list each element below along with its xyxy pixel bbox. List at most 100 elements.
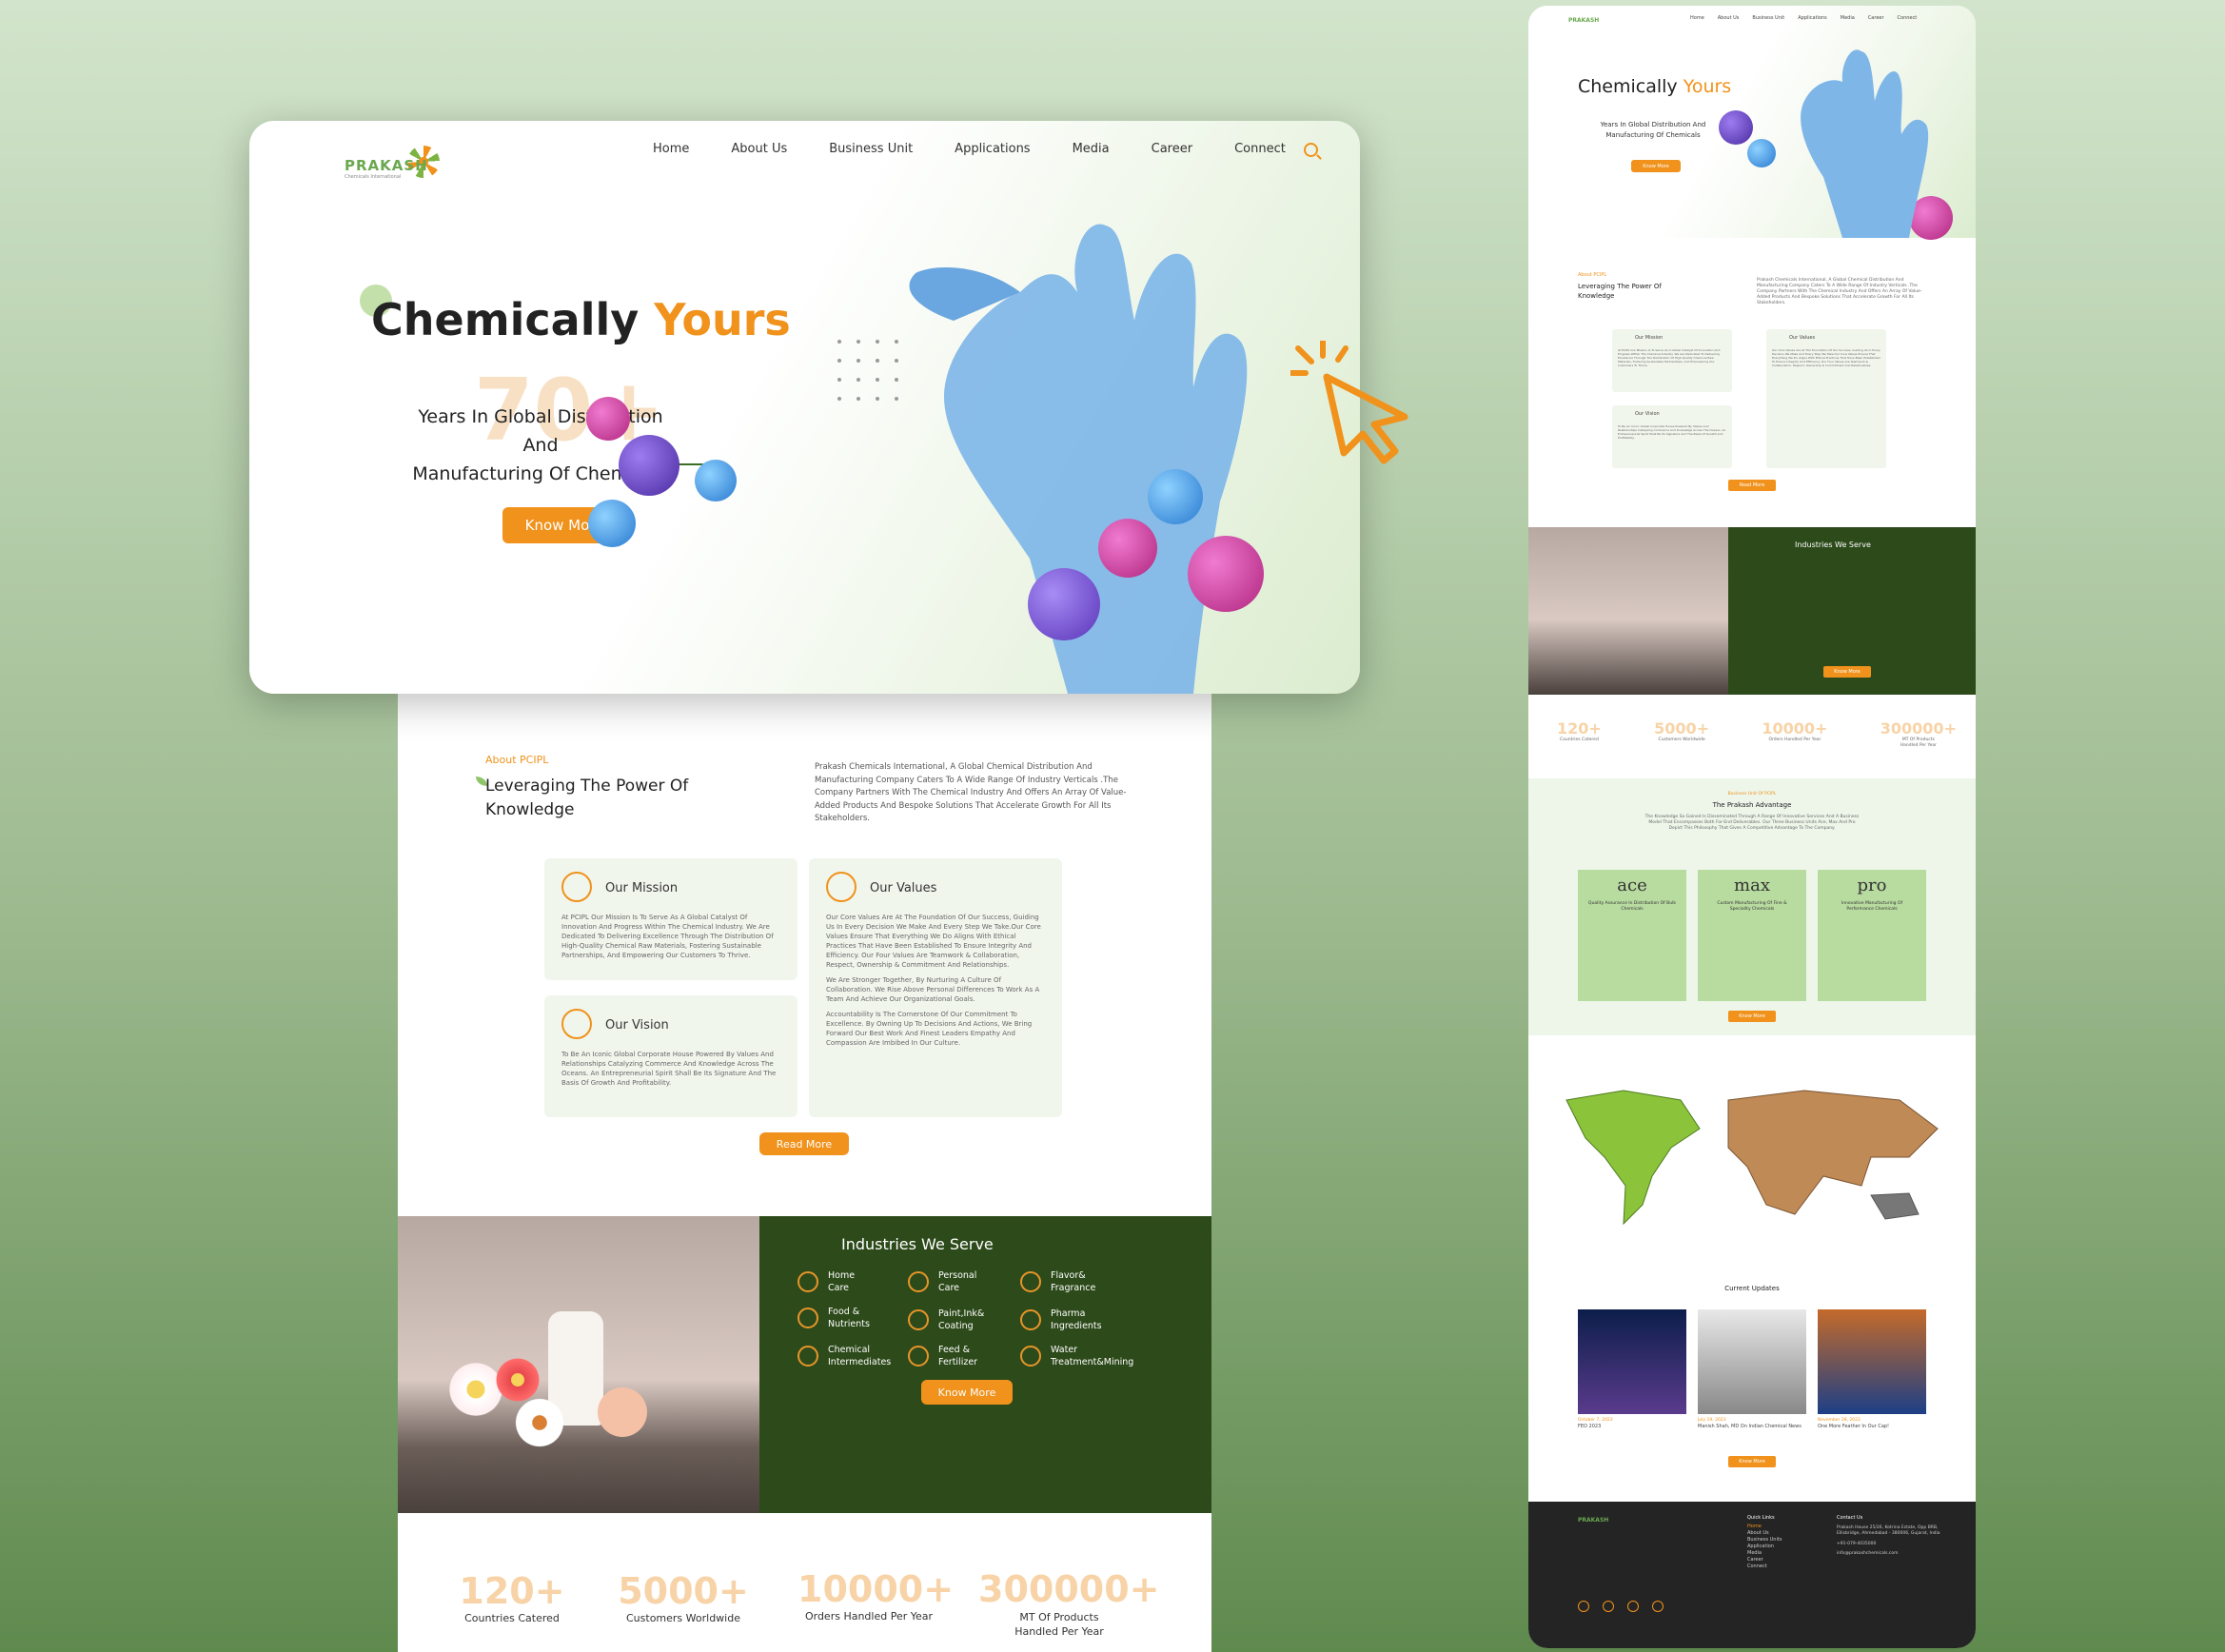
- update-card[interactable]: November 28, 2022 One More Feather In Ou…: [1818, 1309, 1926, 1429]
- about-eyebrow: About PCIPL: [485, 754, 549, 766]
- preview-brand: PRAKASH: [1568, 17, 1600, 24]
- preview-nav: Home About Us Business Unit Applications Med…: [1690, 15, 1918, 21]
- preview-spa-image: [1528, 527, 1728, 695]
- footer-quick-links: Quick Links Home About Us Business Units…: [1747, 1515, 1782, 1569]
- preview-updates-title: Current Updates: [1724, 1285, 1780, 1292]
- unit-max[interactable]: max Custom Manufacturing Of Fine & Speci…: [1698, 870, 1806, 1001]
- pharma-icon: [1020, 1309, 1041, 1330]
- content-panel: About PCIPL Leveraging The Power Of Know…: [398, 590, 1211, 1652]
- vision-card: Our Vision To Be An Iconic Global Corpor…: [544, 995, 797, 1117]
- water-icon: [1020, 1346, 1041, 1367]
- nav-applications[interactable]: Applications: [955, 142, 1030, 156]
- advantage-know-more-button[interactable]: Know More: [1728, 1011, 1776, 1022]
- values-title: Our Values: [870, 881, 937, 895]
- unit-ace[interactable]: ace Quality Assurance In Distribution Of…: [1578, 870, 1686, 1001]
- stat-tonnage: 300000+ MT Of Products Handled Per Year: [978, 1568, 1160, 1638]
- molecule-ball: [588, 500, 636, 547]
- facebook-icon[interactable]: [1578, 1601, 1589, 1612]
- values-body-2: We Are Stronger Together, By Nurturing A…: [826, 976, 1040, 1003]
- values-body-3: Accountability Is The Cornerstone Of Our…: [826, 1011, 1033, 1047]
- unit-pro[interactable]: pro Innovative Manufacturing Of Performa…: [1818, 870, 1926, 1001]
- brand-name: PRAKASH: [345, 157, 428, 174]
- update-image: [1818, 1309, 1926, 1414]
- industry-personal-care: Personal Care: [908, 1269, 976, 1294]
- preview-about-heading: Leveraging The Power Of Knowledge: [1578, 283, 1662, 300]
- about-heading: Leveraging The Power Of Knowledge: [485, 777, 689, 819]
- youtube-icon[interactable]: [1652, 1601, 1664, 1612]
- molecule-ball: [619, 435, 679, 496]
- diamond-hands-icon: [826, 872, 857, 902]
- preview-read-more-button[interactable]: Read More: [1728, 480, 1776, 491]
- mission-card: Our Mission At PCIPL Our Mission Is To S…: [544, 858, 797, 980]
- molecule-ball: [1098, 519, 1157, 578]
- home-care-icon: [797, 1271, 818, 1292]
- preview-hero-title: Chemically Yours: [1578, 76, 1732, 97]
- preview-footer: PRAKASH Quick Links Home About Us Busine…: [1528, 1502, 1976, 1648]
- nav-home[interactable]: Home: [653, 142, 689, 156]
- preview-hero-subtitle: Years In Global Distribution And Manufact…: [1600, 121, 1706, 139]
- nav-career[interactable]: Career: [1152, 142, 1192, 156]
- molecule-ball: [695, 460, 737, 502]
- molecule-ball: [1148, 469, 1203, 524]
- preview-industries: Industries We Serve Know More: [1728, 527, 1976, 695]
- updates-know-more-button[interactable]: Know More: [1728, 1456, 1776, 1467]
- vision-title: Our Vision: [605, 1018, 669, 1032]
- molecule-ball: [1188, 536, 1264, 612]
- update-card[interactable]: October 7, 2023 FEO 2023: [1578, 1309, 1686, 1429]
- preview-hero: PRAKASH Home About Us Business Unit Applica…: [1528, 6, 1976, 240]
- world-map: [1565, 1090, 1939, 1226]
- footer-contact: Contact Us Prakash House 25/26, Kotrina …: [1837, 1515, 1940, 1556]
- target-icon: [561, 872, 592, 902]
- values-body-1: Our Core Values Are At The Foundation Of…: [826, 914, 1041, 969]
- hero-card: PRAKASH Chemicals International Home Abo…: [249, 121, 1360, 694]
- molecule-ball: [1719, 110, 1753, 145]
- cursor-click-icon: [1290, 341, 1408, 464]
- feed-icon: [908, 1346, 929, 1367]
- main-nav: Home About Us Business Unit Applications…: [653, 142, 1328, 156]
- twitter-icon[interactable]: [1603, 1601, 1614, 1612]
- industry-home-care: Home Care: [797, 1269, 855, 1294]
- lightbulb-icon: [561, 1009, 592, 1039]
- preview-hero-button[interactable]: Know More: [1631, 160, 1681, 172]
- preview-industries-button[interactable]: Know More: [1823, 666, 1871, 678]
- vision-body: To Be An Iconic Global Corporate House P…: [561, 1051, 777, 1087]
- industry-paint: Paint,Ink& Coating: [908, 1308, 984, 1332]
- preview-advantage: Business Unit Of PCIPL The Prakash Advan…: [1528, 778, 1976, 1035]
- industry-pharma: Pharma Ingredients: [1020, 1308, 1102, 1332]
- food-icon: [797, 1308, 818, 1328]
- industry-chemical: Chemical Intermediates: [797, 1344, 891, 1368]
- industries-title: Industries We Serve: [841, 1235, 994, 1253]
- linkedin-icon[interactable]: [1627, 1601, 1639, 1612]
- personal-care-icon: [908, 1271, 929, 1292]
- update-image: [1578, 1309, 1686, 1414]
- brand-tagline: Chemicals International: [345, 174, 402, 180]
- about-body: Prakash Chemicals International, A Globa…: [815, 762, 1127, 823]
- preview-vision: Our Vision To Be An Iconic Global Corpor…: [1612, 405, 1732, 468]
- industries-panel: Industries We Serve Home Care Personal C…: [759, 1216, 1211, 1513]
- molecule-ball: [1028, 568, 1100, 640]
- nav-business-unit[interactable]: Business Unit: [829, 142, 913, 156]
- industry-feed: Feed & Fertilizer: [908, 1344, 977, 1368]
- industries-know-more-button[interactable]: Know More: [921, 1380, 1013, 1405]
- chemical-icon: [797, 1346, 818, 1367]
- nav-about[interactable]: About Us: [731, 142, 787, 156]
- values-card: Our Values Our Core Values Are At The Fo…: [809, 858, 1062, 1117]
- stat-countries: 120+ Countries Catered: [459, 1570, 565, 1624]
- stat-orders: 10000+ Orders Handled Per Year: [797, 1568, 955, 1622]
- industry-food: Food & Nutrients: [797, 1306, 870, 1330]
- preview-about-eyebrow: About PCIPL: [1578, 272, 1607, 278]
- update-image: [1698, 1309, 1806, 1414]
- nav-media[interactable]: Media: [1073, 142, 1110, 156]
- read-more-button[interactable]: Read More: [759, 1132, 849, 1155]
- glove-illustration: [909, 224, 1248, 694]
- fullpage-preview: PRAKASH Home About Us Business Unit Applica…: [1528, 6, 1976, 1648]
- preview-values: Our Values Our Core Values Are At The Fo…: [1766, 329, 1886, 468]
- flavor-icon: [1020, 1271, 1041, 1292]
- brand-logo[interactable]: PRAKASH Chemicals International: [345, 146, 449, 187]
- industry-water: Water Treatment&Mining: [1020, 1344, 1133, 1368]
- nav-connect[interactable]: Connect: [1234, 142, 1286, 156]
- hero-title: Chemically Yours: [371, 294, 791, 345]
- stat-customers: 5000+ Customers Worldwide: [618, 1570, 749, 1624]
- update-card[interactable]: July 19, 2023 Manish Shah, MD On Indian …: [1698, 1309, 1806, 1429]
- spa-image: [398, 1216, 759, 1513]
